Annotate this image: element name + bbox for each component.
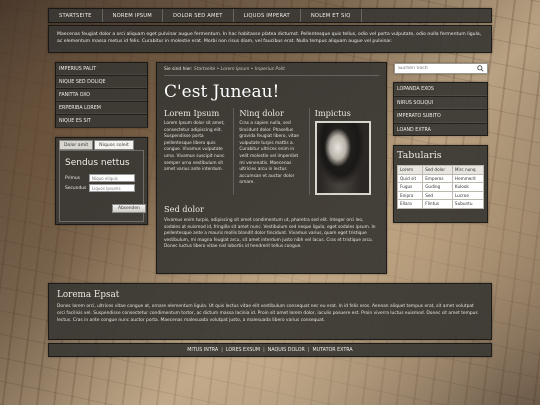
table-cell: Subuntu bbox=[451, 199, 485, 209]
breadcrumb-prefix: Sie sind hier: bbox=[164, 67, 193, 72]
table-header-cell: Mirc nunq bbox=[451, 165, 485, 175]
login-title: Sendus nettus bbox=[65, 158, 130, 168]
section-text: Vivamus enim turpis, adipiscing sit amet… bbox=[164, 218, 376, 250]
sidebar-item-loand-extra[interactable]: LOAND EXTRA bbox=[394, 124, 487, 138]
sidebar-item-imperius-palit[interactable]: IMPERIUS PALIT bbox=[56, 63, 147, 76]
search-input[interactable] bbox=[395, 64, 475, 73]
table-cell: Kulook bbox=[451, 182, 485, 192]
column-title: Ninq dolor bbox=[239, 108, 284, 118]
sidebar-item-nique-sed-doliqe[interactable]: NIQUE SED DOLIQE bbox=[56, 76, 147, 89]
table-row: Fugus Guding Kulook bbox=[396, 182, 485, 192]
search-box bbox=[394, 63, 488, 74]
table-cell: Ellara bbox=[396, 199, 424, 209]
left-sidebar-menu: IMPERIUS PALIT NIQUE SED DOLIQE FANITTA … bbox=[55, 62, 148, 128]
footer-link-naquis-dolor[interactable]: NAQUIS DOLOR bbox=[265, 348, 308, 353]
data-table: Lorem Sed dolor Mirc nunq Quid sit Emper… bbox=[396, 165, 485, 209]
footer-link-mutator-extra[interactable]: MUTATOR EXTRA bbox=[309, 348, 355, 353]
tab-dolor-amit[interactable]: Dolor amit bbox=[59, 140, 94, 150]
primus-input[interactable] bbox=[89, 174, 135, 182]
table-cell: Quid sit bbox=[396, 173, 424, 183]
table-row: Enipra Sed Lucroe bbox=[396, 190, 485, 200]
sidebar-item-nique-es-sit[interactable]: NIQUE ES SIT bbox=[56, 115, 147, 128]
section-title: Sed dolor bbox=[164, 204, 204, 214]
bottom-title: Lorema Epsat bbox=[57, 290, 120, 300]
column-divider bbox=[308, 108, 310, 195]
tab-niquos-soleit[interactable]: Niquos soleit bbox=[94, 140, 134, 150]
secundus-label: Secundus bbox=[65, 185, 87, 191]
bottom-section: Lorema Epsat Donec lorem orci, ultrices … bbox=[48, 283, 492, 340]
sidebar-item-fanitta-oxo[interactable]: FANITTA OXO bbox=[56, 89, 147, 102]
table-cell: Emperos bbox=[422, 173, 453, 183]
bottom-text: Donec lorem orci, ultrices vitae congue … bbox=[57, 304, 478, 323]
table-cell: Flintus bbox=[422, 199, 453, 209]
intro-box: Maecenas feugiat dolor a orci aliquam eg… bbox=[48, 25, 492, 53]
table-row: Ellara Flintus Subuntu bbox=[396, 199, 485, 209]
sidebar-item-nirus-soliqui[interactable]: NIRUS SOLIQUI bbox=[394, 97, 487, 110]
login-box: Dolor amit Niquos soleit Sendus nettus P… bbox=[55, 137, 148, 225]
intro-text: Maecenas feugiat dolor a orci aliquam eg… bbox=[57, 32, 482, 44]
footer-nav: MITUS INTRA | LORES EXSUM | NAQUIS DOLOR… bbox=[48, 343, 492, 357]
search-icon[interactable] bbox=[475, 64, 485, 73]
table-cell: Enipra bbox=[396, 190, 424, 200]
column-divider bbox=[233, 108, 235, 195]
column-impictus: Impictus bbox=[314, 108, 379, 195]
nav-item-dolor-sed-amet[interactable]: DOLOR SED AMET bbox=[163, 9, 234, 22]
table-cell: Guding bbox=[422, 182, 453, 192]
submit-button[interactable]: Absenden bbox=[112, 204, 146, 213]
tabularis-box: Tabularis Lorem Sed dolor Mirc nunq Quid… bbox=[393, 145, 488, 223]
main-content: Sie sind hier: Startseite • Lorem Ipsum … bbox=[156, 62, 387, 274]
column-lorem-ipsum: Lorem Ipsum Lorem Ipsum dolor sit amet, … bbox=[164, 108, 228, 195]
column-title: Impictus bbox=[314, 108, 351, 118]
table-header-cell: Sed dolor bbox=[422, 165, 453, 175]
sidebar-item-imperato-subito[interactable]: IMPERATO SUBITO bbox=[394, 110, 487, 124]
column-text: Lorem Ipsum dolor sit amet, consectetur … bbox=[164, 121, 225, 173]
table-header-row: Lorem Sed dolor Mirc nunq bbox=[396, 165, 485, 175]
nav-item-norem-ipsum[interactable]: NOREM IPSUM bbox=[103, 9, 163, 22]
breadcrumb: Sie sind hier: Startseite • Lorem Ipsum … bbox=[164, 67, 379, 76]
table-cell: Sed bbox=[422, 190, 453, 200]
breadcrumb-path[interactable]: Startseite • Lorem Ipsum • Imperius Pali… bbox=[194, 67, 285, 72]
table-title: Tabularis bbox=[397, 150, 442, 161]
sidebar-item-erperiba-lorem[interactable]: ERPERIBA LOREM bbox=[56, 102, 147, 115]
nav-item-startseite[interactable]: STARTSEITE bbox=[49, 9, 103, 22]
right-sidebar-menu: LOPANDA EXOS NIRUS SOLIQUI IMPERATO SUBI… bbox=[393, 82, 488, 136]
page-title: C'est Juneau! bbox=[164, 82, 280, 102]
sidebar-item-lopanda-exos[interactable]: LOPANDA EXOS bbox=[394, 83, 487, 97]
table-header-cell: Lorem bbox=[396, 165, 424, 175]
nav-item-liquos-imperat[interactable]: LIQUOS IMPERAT bbox=[234, 9, 301, 22]
table-cell: Hemmerit bbox=[451, 173, 485, 183]
login-tabs: Dolor amit Niquos soleit bbox=[56, 138, 147, 150]
top-navigation: STARTSEITE NOREM IPSUM DOLOR SED AMET LI… bbox=[48, 8, 492, 23]
primus-label: Primus bbox=[65, 175, 80, 181]
portrait-photo bbox=[314, 121, 371, 195]
footer-link-mitus-intra[interactable]: MITUS INTRA bbox=[184, 348, 221, 353]
column-ninq-dolor: Ninq dolor Cras a sapien nulla, sed tinc… bbox=[239, 108, 303, 195]
table-row: Quid sit Emperos Hemmerit bbox=[396, 173, 485, 183]
nav-item-nolem-et-siq[interactable]: NOLEM ET SIQ bbox=[301, 9, 362, 22]
login-form: Sendus nettus Primus Secundus Absenden bbox=[59, 150, 146, 222]
table-cell: Fugus bbox=[396, 182, 424, 192]
secundus-input[interactable] bbox=[89, 184, 135, 192]
column-text: Cras a sapien nulla, sed tincidunt dolor… bbox=[239, 121, 299, 186]
table-cell: Lucroe bbox=[451, 190, 485, 200]
footer-link-lores-exsum[interactable]: LORES EXSUM bbox=[223, 348, 263, 353]
column-title: Lorem Ipsum bbox=[164, 108, 220, 118]
section-sed-dolor: Sed dolor Vivamus enim turpis, adipiscin… bbox=[164, 204, 379, 251]
